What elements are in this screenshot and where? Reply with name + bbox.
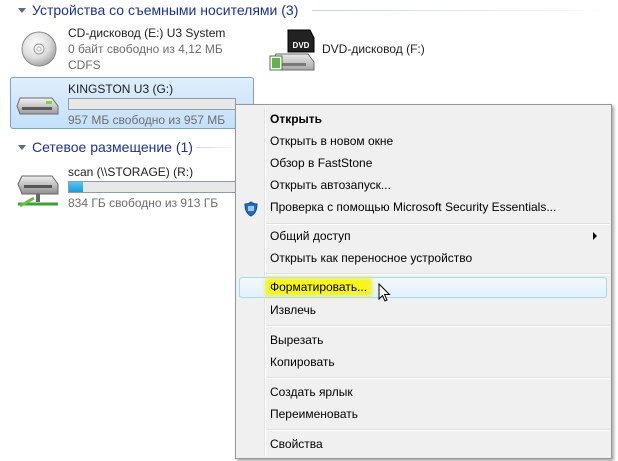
menu-separator bbox=[266, 223, 609, 224]
dvd-drive-icon[interactable]: DVD bbox=[268, 28, 318, 74]
dvd-logo-text: DVD bbox=[293, 41, 310, 50]
menu-item-autoplay[interactable]: Открыть автозапуск... bbox=[270, 175, 391, 195]
scan-free-space: 834 ГБ свободно из 913 ГБ bbox=[68, 196, 219, 210]
section-divider bbox=[196, 147, 236, 148]
kingston-drive-name[interactable]: KINGSTON U3 (G:) bbox=[68, 82, 173, 96]
menu-separator bbox=[266, 377, 609, 378]
security-essentials-icon bbox=[243, 201, 259, 217]
kingston-usage-bar bbox=[68, 98, 236, 110]
context-menu: Открыть Открыть в новом окне Обзор в Fas… bbox=[235, 104, 612, 459]
submenu-arrow-icon bbox=[593, 232, 597, 240]
section-divider bbox=[312, 10, 612, 11]
usb-drive-icon[interactable] bbox=[16, 90, 60, 120]
menu-item-cut[interactable]: Вырезать bbox=[270, 330, 323, 350]
cd-drive-filesystem: CDFS bbox=[68, 58, 101, 72]
menu-item-open[interactable]: Открыть bbox=[270, 109, 322, 129]
scan-usage-bar bbox=[68, 181, 236, 193]
menu-item-copy[interactable]: Копировать bbox=[270, 352, 335, 372]
menu-separator bbox=[266, 429, 609, 430]
scan-drive-name[interactable]: scan (\\STORAGE) (R:) bbox=[68, 165, 193, 179]
format-label-highlight: Форматировать... bbox=[267, 280, 371, 294]
menu-item-security-scan[interactable]: Проверка с помощью Microsoft Security Es… bbox=[270, 197, 556, 217]
network-section-header[interactable]: Сетевое размещение (1) bbox=[18, 137, 193, 157]
network-drive-icon[interactable] bbox=[14, 172, 62, 212]
removable-section-title: Устройства со съемными носителями (3) bbox=[32, 2, 299, 18]
menu-item-properties[interactable]: Свойства bbox=[270, 434, 323, 454]
cd-drive-name[interactable]: CD-дисковод (E:) U3 System bbox=[68, 26, 225, 40]
menu-item-sharing[interactable]: Общий доступ bbox=[270, 226, 351, 246]
menu-item-format[interactable]: Форматировать... bbox=[267, 277, 371, 297]
menu-item-rename[interactable]: Переименовать bbox=[270, 404, 358, 424]
mouse-cursor-icon bbox=[378, 282, 392, 303]
kingston-free-space: 957 МБ свободно из 957 МБ bbox=[68, 113, 226, 127]
removable-section-header[interactable]: Устройства со съемными носителями (3) bbox=[18, 0, 298, 20]
cd-drive-icon[interactable] bbox=[20, 30, 58, 68]
dvd-drive-name[interactable]: DVD-дисковод (F:) bbox=[322, 42, 425, 56]
menu-separator bbox=[266, 325, 609, 326]
menu-item-open-new-window[interactable]: Открыть в новом окне bbox=[270, 131, 393, 151]
collapse-arrow-icon[interactable] bbox=[18, 144, 26, 150]
menu-item-faststone[interactable]: Обзор в FastStone bbox=[270, 153, 372, 173]
menu-item-eject[interactable]: Извлечь bbox=[270, 300, 316, 320]
scan-usage-fill bbox=[69, 182, 84, 192]
network-section-title: Сетевое размещение (1) bbox=[32, 139, 193, 155]
collapse-arrow-icon[interactable] bbox=[18, 7, 26, 13]
menu-item-open-portable[interactable]: Открыть как переносное устройство bbox=[270, 248, 472, 268]
menu-item-create-shortcut[interactable]: Создать ярлык bbox=[270, 382, 353, 402]
menu-separator bbox=[266, 273, 609, 274]
cd-drive-free-space: 0 байт свободно из 4,12 МБ bbox=[68, 42, 223, 56]
